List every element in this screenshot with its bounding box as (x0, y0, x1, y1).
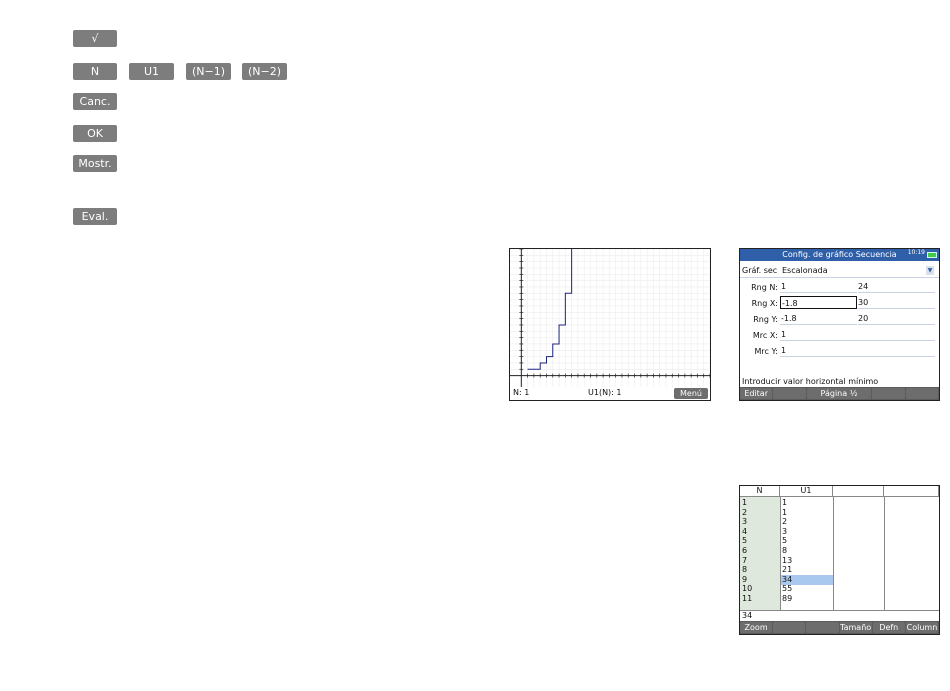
graph-type-value: Escalonada (782, 266, 828, 275)
setup-row-min-value: 1 (781, 330, 787, 339)
plot-screen: N: 1 U1(N): 1 Menú (509, 248, 711, 401)
table-row-index: 4 (742, 526, 748, 536)
table-row-value[interactable]: 89 (782, 594, 792, 604)
setup-row-label: Rng X: (751, 299, 778, 308)
table-row-value[interactable]: 1 (782, 498, 787, 508)
table-row-index: 7 (742, 555, 748, 565)
setup-row-label: Mrc Y: (754, 347, 778, 356)
setup-row-min-value: 1 (781, 346, 787, 355)
table-area: N U1 1 1 2 1 3 2 4 3 5 5 6 8 7 13 8 21 9 34 10 55 11 89 (740, 486, 939, 611)
table-menu-bar: Zoom Tamaño Defn Column (740, 621, 939, 634)
table-menu-key[interactable] (773, 622, 806, 633)
setup-row-label: Rng Y: (753, 315, 778, 324)
status-u1: U1(N): 1 (588, 388, 622, 397)
setup-title-bar: Config. de gráfico Secuencia 10:19 (740, 249, 939, 261)
eval-softkey[interactable]: Eval. (73, 208, 117, 225)
table-row-index: 2 (742, 507, 748, 517)
menu-button[interactable]: Menú (674, 388, 708, 399)
n-softkey[interactable]: N (73, 63, 117, 80)
sqrt-softkey[interactable]: √ (73, 30, 117, 47)
n-minus-2-softkey[interactable]: (N−2) (242, 63, 287, 80)
setup-menu-key[interactable] (773, 388, 806, 399)
table-menu-key[interactable]: Defn (872, 622, 905, 633)
column-header[interactable]: N (740, 486, 780, 497)
table-row-value[interactable]: 55 (782, 584, 792, 594)
setup-row-max-field[interactable]: 24 (858, 280, 935, 293)
setup-menu-key[interactable] (905, 388, 938, 399)
table-row-value[interactable]: 2 (782, 517, 787, 527)
setup-row-min-field[interactable]: 1 (780, 344, 935, 357)
dropdown-icon[interactable]: ▼ (926, 266, 934, 275)
table-row-value[interactable]: 8 (782, 546, 787, 556)
plot-setup-screen: Config. de gráfico Secuencia 10:19 Gráf.… (739, 248, 940, 401)
table-row-index: 8 (742, 565, 748, 575)
u1-softkey[interactable]: U1 (129, 63, 174, 80)
plot-canvas (510, 249, 710, 387)
table-menu-key[interactable]: Column (905, 622, 939, 633)
table-row-index: 10 (742, 584, 753, 594)
setup-row-min-field[interactable]: 1 (780, 328, 935, 341)
table-row-value[interactable]: 1 (782, 508, 787, 518)
graph-type-row[interactable]: Gráf. sec Escalonada ▼ (740, 263, 939, 278)
setup-row-min-value: 1 (781, 282, 787, 291)
setup-row-max-field[interactable]: 30 (858, 296, 935, 309)
setup-row: Mrc Y: 1 (740, 344, 939, 358)
setup-row-min-value: -1.8 (781, 314, 797, 323)
setup-row-label: Rng N: (751, 283, 778, 292)
table-row-index: 6 (742, 546, 748, 555)
setup-row-label: Mrc X: (752, 331, 778, 340)
setup-row-max-value: 24 (858, 282, 869, 291)
clock: 10:19 (907, 249, 925, 256)
setup-row-max-value: 20 (858, 314, 869, 323)
table-row-index: 5 (742, 536, 748, 546)
setup-row-min-field[interactable]: -1.8 (780, 312, 857, 325)
table-row-index: 1 (742, 498, 748, 507)
table-row-index: 9 (742, 574, 748, 584)
setup-row: Rng Y: -1.8 20 (740, 312, 939, 326)
setup-row: Mrc X: 1 (740, 328, 939, 342)
column-header[interactable] (833, 486, 884, 497)
column-divider (833, 497, 834, 610)
entry-line[interactable]: 34 (742, 611, 752, 620)
battery-icon (927, 252, 937, 258)
column-divider (884, 497, 885, 610)
column-divider (780, 497, 781, 610)
staircase-line (527, 249, 573, 370)
n-minus-1-softkey[interactable]: (N−1) (186, 63, 231, 80)
table-row-value[interactable]: 21 (782, 565, 792, 575)
setup-row-min-field[interactable]: 1 (780, 280, 857, 293)
table-row-index: 3 (742, 517, 748, 527)
status-n: N: 1 (513, 388, 530, 397)
table-row-value[interactable]: 5 (782, 536, 787, 546)
ok-softkey[interactable]: OK (73, 125, 117, 142)
setup-row-min-field[interactable]: -1.8 (780, 296, 857, 309)
setup-menu-key[interactable]: Editar (740, 388, 773, 399)
setup-row: Rng N: 1 24 (740, 280, 939, 294)
setup-menu-key[interactable] (872, 388, 905, 399)
help-text: Introducir valor horizontal mínimo (742, 377, 879, 386)
table-row-value[interactable]: 13 (782, 556, 792, 566)
cancel-softkey[interactable]: Canc. (73, 93, 117, 110)
setup-row-max-value: 30 (858, 298, 869, 307)
setup-menu-bar: Editar Página ½ (740, 387, 939, 400)
column-header[interactable]: U1 (780, 486, 833, 497)
setup-row: Rng X: -1.8 30 (740, 296, 939, 310)
table-row-value[interactable]: 3 (782, 527, 787, 537)
column-header[interactable] (884, 486, 939, 497)
table-menu-key[interactable] (806, 622, 839, 633)
show-softkey[interactable]: Mostr. (73, 155, 117, 172)
entry-separator (740, 610, 939, 611)
table-menu-key[interactable]: Tamaño (839, 622, 872, 633)
setup-menu-key[interactable]: Página ½ (806, 388, 872, 399)
setup-row-max-field[interactable]: 20 (858, 312, 935, 325)
graph-type-label: Gráf. sec (742, 266, 778, 275)
table-menu-key[interactable]: Zoom (740, 622, 773, 633)
table-screen: N U1 1 1 2 1 3 2 4 3 5 5 6 8 7 13 8 21 9 34 10 55 11 89 34 Zoom… (739, 485, 940, 635)
table-row-index: 11 (742, 594, 753, 603)
setup-row-min-value: -1.8 (782, 299, 798, 308)
plot-status-bar: N: 1 U1(N): 1 Menú (510, 387, 710, 400)
table-row-value[interactable]: 34 (782, 575, 792, 585)
